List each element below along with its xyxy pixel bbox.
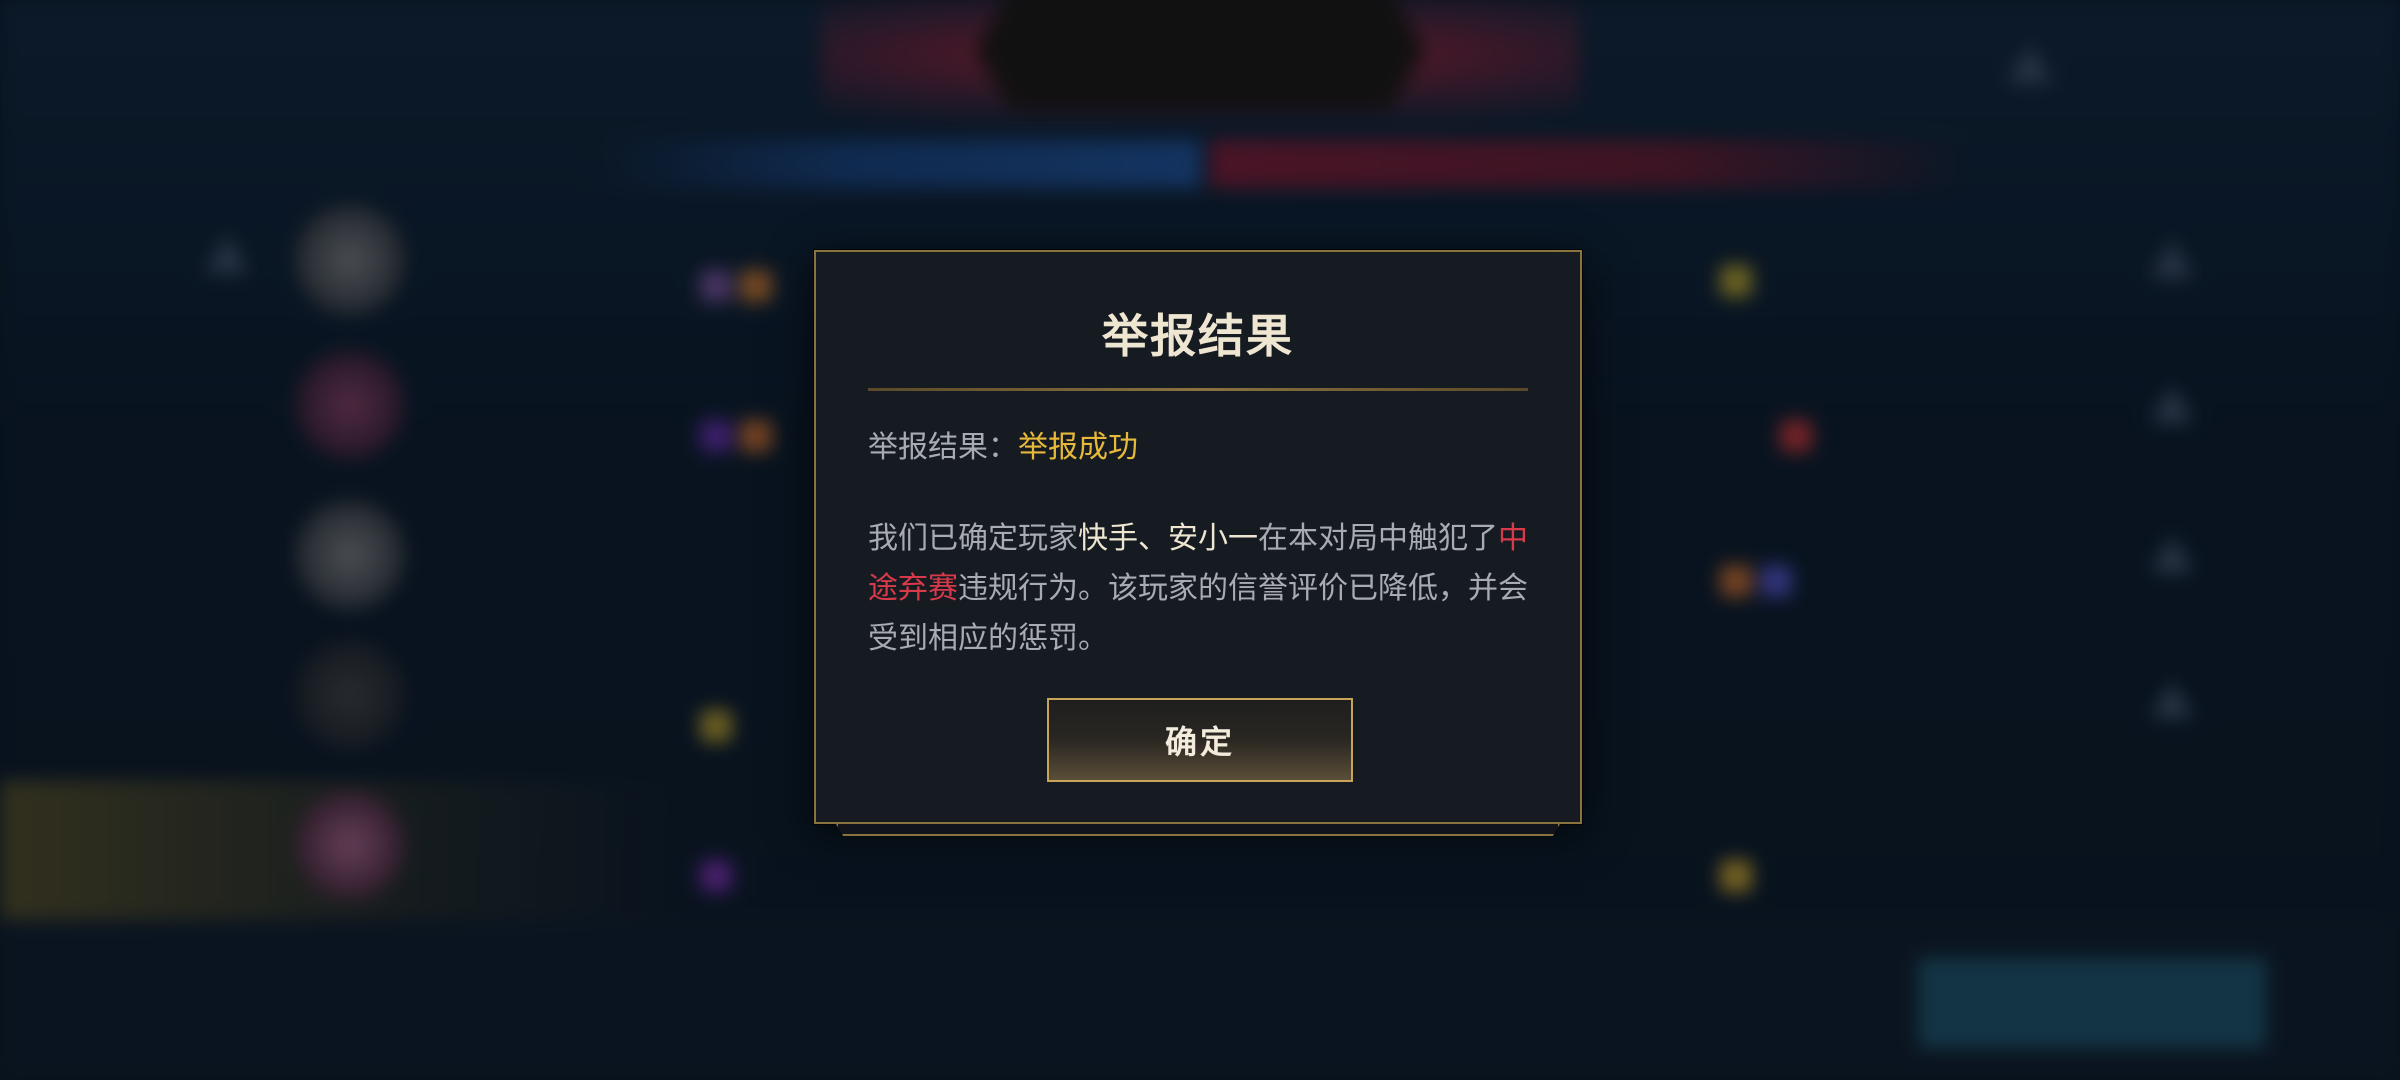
confirm-button[interactable]: 确定	[1047, 698, 1353, 782]
desc-prefix: 我们已确定玩家	[868, 521, 1078, 556]
report-result-dialog: 举报结果 举报结果：举报成功 我们已确定玩家快手、安小一在本对局中触犯了中途弃赛…	[814, 250, 1582, 824]
dialog-title: 举报结果	[1102, 309, 1294, 363]
report-result-line: 举报结果：举报成功	[868, 422, 1138, 466]
report-result-label: 举报结果：	[868, 430, 1018, 465]
title-divider	[868, 388, 1528, 391]
desc-middle: 在本对局中触犯了	[1258, 521, 1498, 556]
dialog-bottom-trim	[836, 824, 1560, 836]
report-result-value: 举报成功	[1018, 430, 1138, 465]
report-description: 我们已确定玩家快手、安小一在本对局中触犯了中途弃赛违规行为。该玩家的信誉评价已降…	[868, 514, 1540, 664]
desc-suffix: 违规行为。该玩家的信誉评价已降低，并会受到相应的惩罚。	[868, 571, 1528, 656]
reported-players: 快手、安小一	[1078, 521, 1258, 556]
game-screen: 举报结果 举报结果：举报成功 我们已确定玩家快手、安小一在本对局中触犯了中途弃赛…	[0, 0, 2400, 1080]
